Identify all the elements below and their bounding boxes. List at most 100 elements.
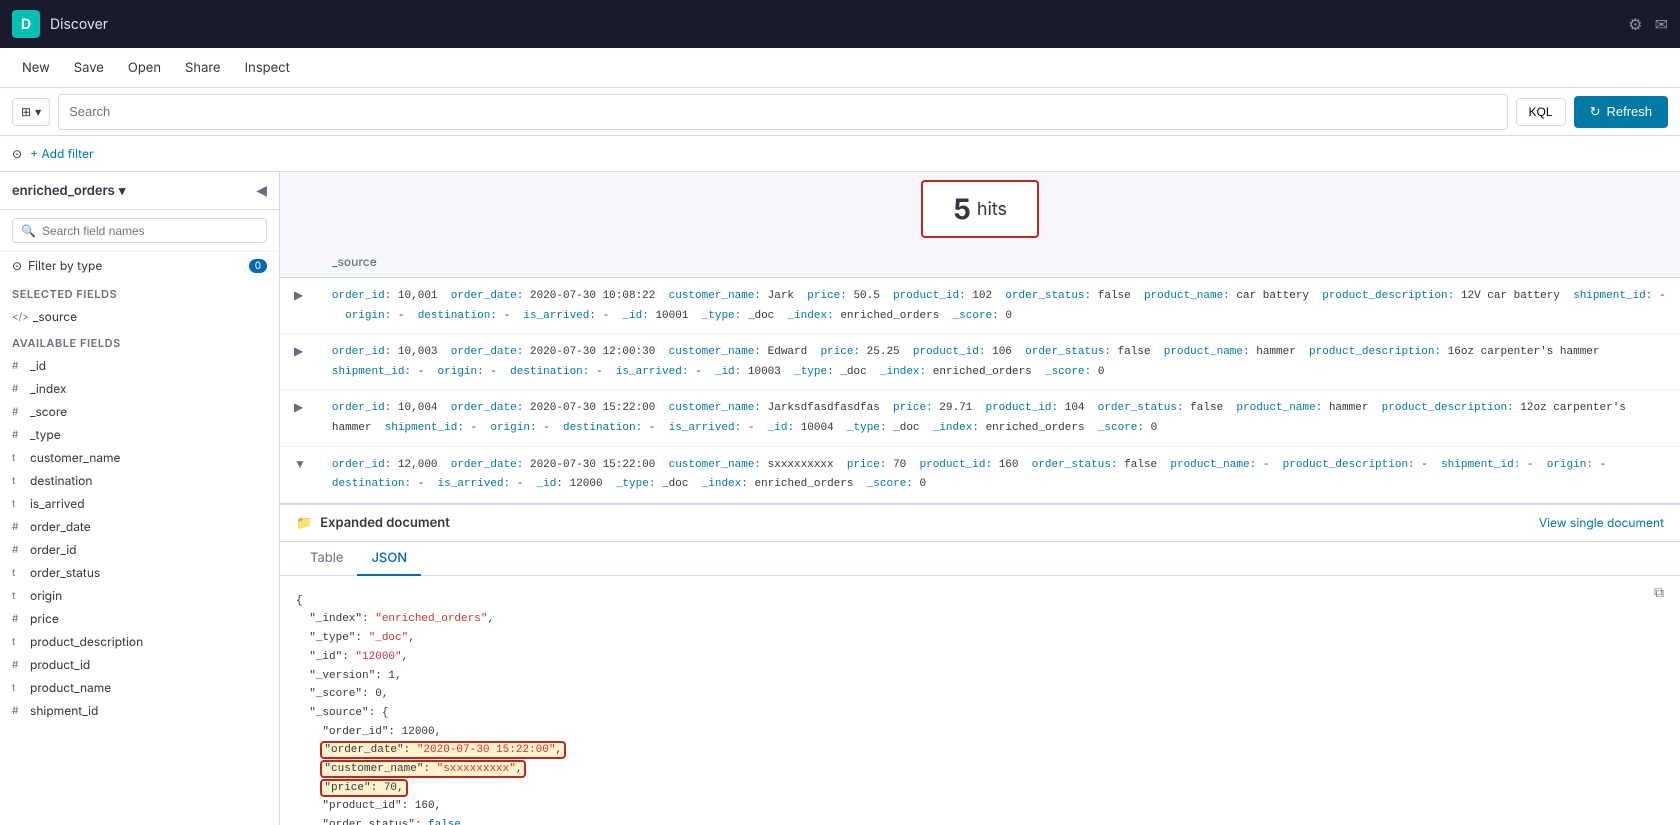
field-type-icon: # [12,360,24,372]
field-name: _index [30,381,67,396]
hits-count: 5 [953,192,971,226]
search-input[interactable] [69,104,1496,119]
grid-icon: ⊞ [21,105,31,119]
nav-save[interactable]: Save [64,54,114,82]
view-single-document-link[interactable]: View single document [1539,515,1664,530]
expanded-doc-header: 📁 Expanded document View single document [280,505,1680,542]
field-item-customer-name[interactable]: t customer_name [0,446,279,469]
field-type-icon: t [12,475,24,487]
field-name: product_name [30,680,111,695]
search-fields-wrap: 🔍 [0,210,279,252]
content-area: 5 hits _source ▶ [280,172,1680,825]
field-type-icon: # [12,406,24,418]
row-source: order_id: 10,003 order_date: 2020-07-30 … [332,346,1606,378]
filter-bar: ⊙ + Add filter [0,136,1680,172]
chevron-down-icon: ▾ [119,183,126,199]
add-filter-button[interactable]: + Add filter [30,146,93,161]
hits-label: hits [977,199,1007,220]
nav-share[interactable]: Share [175,54,231,82]
refresh-icon: ↻ [1590,104,1601,120]
field-type-icon: # [12,705,24,717]
sidebar-scroll: 🔍 ⊙ Filter by type 0 Selected fields </>… [0,210,279,825]
table-row: ▶ order_id: 10,004 order_date: 2020-07-3… [280,390,1680,446]
copy-json-button[interactable]: ⧉ [1654,584,1664,601]
table-row: ▼ order_id: 12,000 order_date: 2020-07-3… [280,446,1680,502]
field-name: is_arrived [30,496,85,511]
field-item-origin[interactable]: t origin [0,584,279,607]
search-type-button[interactable]: ⊞ ▾ [12,98,50,126]
row-expand-button[interactable]: ▶ [292,398,305,416]
collapse-sidebar-button[interactable]: ◀ [256,182,267,199]
field-type-icon: # [12,613,24,625]
nav-bar: New Save Open Share Inspect [0,48,1680,88]
table-row: ▶ order_id: 10,001 order_date: 2020-07-3… [280,278,1680,334]
tab-table[interactable]: Table [296,542,357,576]
filter-type-badge: 0 [249,259,267,273]
field-item-id[interactable]: # _id [0,354,279,377]
index-name[interactable]: enriched_orders ▾ [12,183,125,199]
doc-tabs: Table JSON [280,542,1680,576]
field-item-destination[interactable]: t destination [0,469,279,492]
nav-inspect[interactable]: Inspect [235,54,300,82]
row-source: order_id: 12,000 order_date: 2020-07-30 … [332,459,1613,491]
field-type-icon: t [12,452,24,464]
field-name: product_description [30,634,143,649]
app-icon: D [12,10,40,38]
code-icon: </> [12,311,29,323]
field-name: origin [30,588,62,603]
hits-area: 5 hits [280,172,1680,246]
kql-button[interactable]: KQL [1516,98,1566,126]
source-field-item[interactable]: </> _source [0,305,279,328]
field-name: _type [30,427,61,442]
search-fields-input[interactable] [42,224,258,238]
refresh-button[interactable]: ↻ Refresh [1574,96,1668,128]
field-name: order_date [30,519,91,534]
field-type-icon: t [12,682,24,694]
nav-open[interactable]: Open [118,54,171,82]
field-name: product_id [30,657,90,672]
field-item-is-arrived[interactable]: t is_arrived [0,492,279,515]
field-item-order-id[interactable]: # order_id [0,538,279,561]
app-title: Discover [50,16,108,33]
row-source: order_id: 10,001 order_date: 2020-07-30 … [332,290,1666,322]
field-name: price [30,611,59,626]
field-name: _score [30,404,67,419]
column-header-source: _source [320,246,1680,278]
main-layout: enriched_orders ▾ ◀ 🔍 ⊙ Filter by type 0… [0,172,1680,825]
field-item-index[interactable]: # _index [0,377,279,400]
field-type-icon: # [12,429,24,441]
row-expand-button[interactable]: ▼ [292,455,308,473]
folder-icon: 📁 [296,515,312,531]
field-item-order-date[interactable]: # order_date [0,515,279,538]
field-item-shipment-id[interactable]: # shipment_id [0,699,279,722]
row-expand-button[interactable]: ▶ [292,342,305,360]
row-expand-button[interactable]: ▶ [292,286,305,304]
field-item-score[interactable]: # _score [0,400,279,423]
expanded-document: 📁 Expanded document View single document… [280,503,1680,825]
expanded-doc-title: 📁 Expanded document [296,515,450,531]
nav-new[interactable]: New [12,54,60,82]
field-type-icon: t [12,567,24,579]
chevron-down-icon: ▾ [35,105,41,119]
expanded-doc-row: 📁 Expanded document View single document… [280,502,1680,825]
results-area: _source ▶ order_id: 10,001 order_date: 2… [280,246,1680,825]
selected-fields-title: Selected fields [0,279,279,305]
field-item-price[interactable]: # price [0,607,279,630]
search-input-wrap [58,94,1507,130]
gear-icon[interactable]: ⚙ [1628,14,1642,34]
field-type-icon: # [12,521,24,533]
field-name: customer_name [30,450,121,465]
mail-icon[interactable]: ✉ [1655,14,1668,34]
source-field-name: _source [33,309,77,324]
field-item-product-name[interactable]: t product_name [0,676,279,699]
available-fields-title: Available fields [0,328,279,354]
field-item-product-id[interactable]: # product_id [0,653,279,676]
results-table: _source ▶ order_id: 10,001 order_date: 2… [280,246,1680,825]
field-item-type[interactable]: # _type [0,423,279,446]
table-row: ▶ order_id: 10,003 order_date: 2020-07-3… [280,334,1680,390]
filter-by-type-row[interactable]: ⊙ Filter by type 0 [0,252,279,279]
field-item-product-desc[interactable]: t product_description [0,630,279,653]
field-name: order_id [30,542,77,557]
tab-json[interactable]: JSON [357,542,421,576]
field-item-order-status[interactable]: t order_status [0,561,279,584]
